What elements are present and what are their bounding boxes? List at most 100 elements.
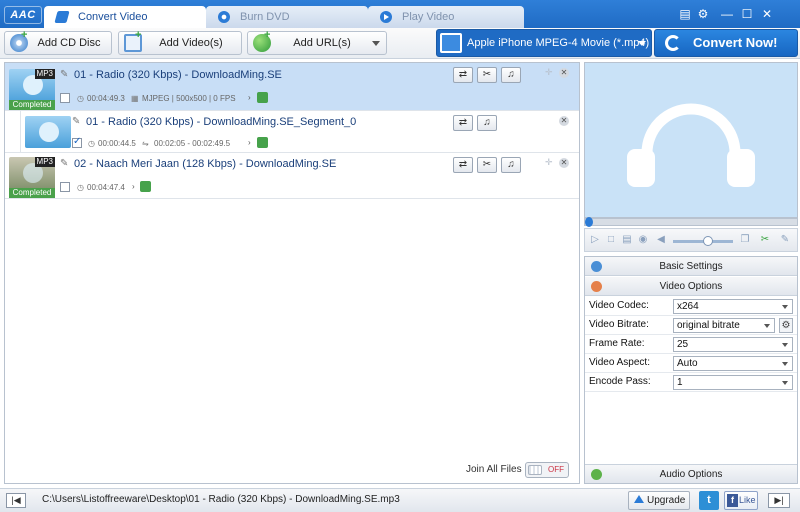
scissors-icon[interactable]: ✂	[477, 67, 497, 83]
collapse-panel-icon[interactable]: |◀	[6, 493, 26, 508]
audio-options-header[interactable]: Audio Options	[585, 464, 797, 483]
close-icon[interactable]: ✕	[559, 68, 569, 78]
twitter-icon[interactable]: t	[699, 491, 719, 510]
chevron-down-icon	[764, 324, 770, 328]
option-label: Frame Rate:	[589, 338, 645, 349]
pencil-icon[interactable]: ✎	[60, 70, 70, 80]
list-item[interactable]: MP3 Completed ✎ 02 - Naach Meri Jaan (12…	[5, 153, 579, 199]
basic-settings-header[interactable]: Basic Settings	[585, 257, 797, 276]
play-small-icon[interactable]: ›	[248, 139, 254, 147]
pencil-icon[interactable]: ✎	[72, 117, 82, 127]
add-videos-button[interactable]: + Add Video(s)	[118, 30, 242, 55]
pencil-icon[interactable]: ✎	[60, 159, 70, 169]
frame-icon[interactable]: ▤	[621, 234, 633, 246]
scissors-icon[interactable]: ✂	[477, 157, 497, 173]
file-list: MP3 Completed ✎ 01 - Radio (320 Kbps) - …	[4, 62, 580, 484]
settings-panel: Basic Settings Video Options Video Codec…	[584, 256, 798, 484]
close-icon[interactable]: ✕	[760, 7, 774, 21]
item-checkbox[interactable]	[72, 136, 82, 148]
duration: 00:00:44.5	[98, 139, 136, 148]
video-codec-select[interactable]: x264	[673, 299, 793, 314]
video-options-icon	[591, 281, 602, 292]
play-small-icon[interactable]: ›	[132, 183, 138, 191]
phone-icon	[257, 92, 268, 103]
seek-bar[interactable]	[584, 217, 798, 227]
wrench-icon[interactable]: ✎	[779, 234, 791, 246]
convert-now-button[interactable]: Convert Now!	[654, 29, 798, 57]
tab-burn-dvd[interactable]: Burn DVD	[206, 6, 368, 28]
video-options-header[interactable]: Video Options	[585, 277, 797, 296]
output-format-select[interactable]: Apple iPhone MPEG-4 Movie (*.mp4)	[436, 29, 652, 57]
add-cd-disc-button[interactable]: + Add CD Disc	[4, 29, 112, 55]
phone-icon	[257, 137, 268, 148]
play-icon[interactable]: ▷	[589, 234, 601, 246]
audio-options-icon	[591, 469, 602, 480]
convert-icon[interactable]: ⇄	[453, 157, 473, 173]
minimize-icon[interactable]: —	[720, 7, 734, 21]
chevron-down-icon	[782, 343, 788, 347]
video-codec-row: Video Codec: x264	[585, 297, 797, 316]
tab-play-video[interactable]: Play Video	[368, 6, 524, 28]
status-bar: |◀ C:\Users\Listoffreeware\Desktop\01 - …	[0, 488, 800, 512]
chevron-down-icon	[638, 41, 646, 46]
chevron-down-icon	[782, 362, 788, 366]
list-item[interactable]: ✎ 01 - Radio (320 Kbps) - DownloadMing.S…	[5, 111, 579, 153]
clock-icon: ◷	[77, 94, 84, 103]
encode-pass-select[interactable]: 1	[673, 375, 793, 390]
file-path: C:\Users\Listoffreeware\Desktop\01 - Rad…	[42, 494, 400, 505]
menu-icon[interactable]: ▤	[678, 7, 692, 21]
volume-icon[interactable]: ◀	[655, 234, 667, 246]
status-badge: Completed	[9, 188, 55, 198]
app-logo: AAC	[4, 6, 42, 24]
add-url-button[interactable]: + Add URL(s)	[247, 29, 387, 55]
option-label: Video Codec:	[589, 300, 649, 311]
status-badge: Completed	[9, 100, 55, 110]
section-title: Basic Settings	[659, 261, 723, 272]
convert-icon[interactable]: ⇄	[453, 115, 473, 131]
volume-slider[interactable]	[673, 236, 733, 246]
format-badge: MP3	[34, 157, 55, 167]
tab-convert-video[interactable]: Convert Video	[44, 6, 206, 28]
audio-settings-icon[interactable]: ♫	[501, 67, 521, 83]
gear-icon[interactable]: ⚙	[696, 7, 710, 21]
list-item[interactable]: MP3 Completed ✎ 01 - Radio (320 Kbps) - …	[5, 63, 579, 111]
item-checkbox[interactable]	[60, 93, 70, 103]
toggle-knob[interactable]	[528, 465, 542, 475]
plus-icon: +	[264, 29, 271, 41]
plus-icon: +	[21, 29, 28, 41]
video-bitrate-select[interactable]: original bitrate	[673, 318, 775, 333]
item-checkbox[interactable]	[60, 182, 70, 192]
stop-icon[interactable]: □	[605, 234, 617, 246]
player-controls: ▷ □ ▤ ◉ ◀ ❐ ✂ ✎	[584, 228, 798, 252]
close-icon[interactable]: ✕	[559, 158, 569, 168]
join-all-files-label: Join All Files	[466, 464, 522, 475]
scissors-icon[interactable]: ✂	[759, 234, 771, 246]
frame-rate-select[interactable]: 25	[673, 337, 793, 352]
convert-icon[interactable]: ⇄	[453, 67, 473, 83]
seek-handle[interactable]	[585, 217, 593, 227]
close-icon[interactable]: ✕	[559, 116, 569, 126]
snapshot-icon[interactable]: ◉	[637, 234, 649, 246]
volume-handle[interactable]	[703, 236, 713, 246]
play-small-icon[interactable]: ›	[248, 94, 254, 102]
maximize-icon[interactable]: ☐	[740, 7, 754, 21]
video-aspect-select[interactable]: Auto	[673, 356, 793, 371]
copy-icon[interactable]: ❐	[739, 234, 751, 246]
item-title: 01 - Radio (320 Kbps) - DownloadMing.SE_…	[86, 116, 357, 128]
audio-settings-icon[interactable]: ♫	[477, 115, 497, 131]
facebook-like-button[interactable]: f Like	[724, 491, 758, 510]
disc-icon	[218, 11, 230, 23]
gear-icon[interactable]: ⚙	[779, 318, 793, 333]
pin-icon[interactable]: ✛	[545, 158, 553, 167]
clock-icon: ◷	[88, 139, 95, 148]
frame-rate-row: Frame Rate: 25	[585, 335, 797, 354]
chevron-down-icon	[372, 41, 380, 46]
duration: 00:04:47.4	[87, 183, 125, 192]
expand-panel-icon[interactable]: ▶|	[768, 493, 790, 508]
audio-settings-icon[interactable]: ♫	[501, 157, 521, 173]
upgrade-button[interactable]: Upgrade	[628, 491, 690, 510]
join-toggle[interactable]: OFF	[525, 462, 569, 478]
tree-connector	[20, 111, 21, 153]
pin-icon[interactable]: ✛	[545, 68, 553, 77]
button-label: Add Video(s)	[159, 37, 223, 49]
